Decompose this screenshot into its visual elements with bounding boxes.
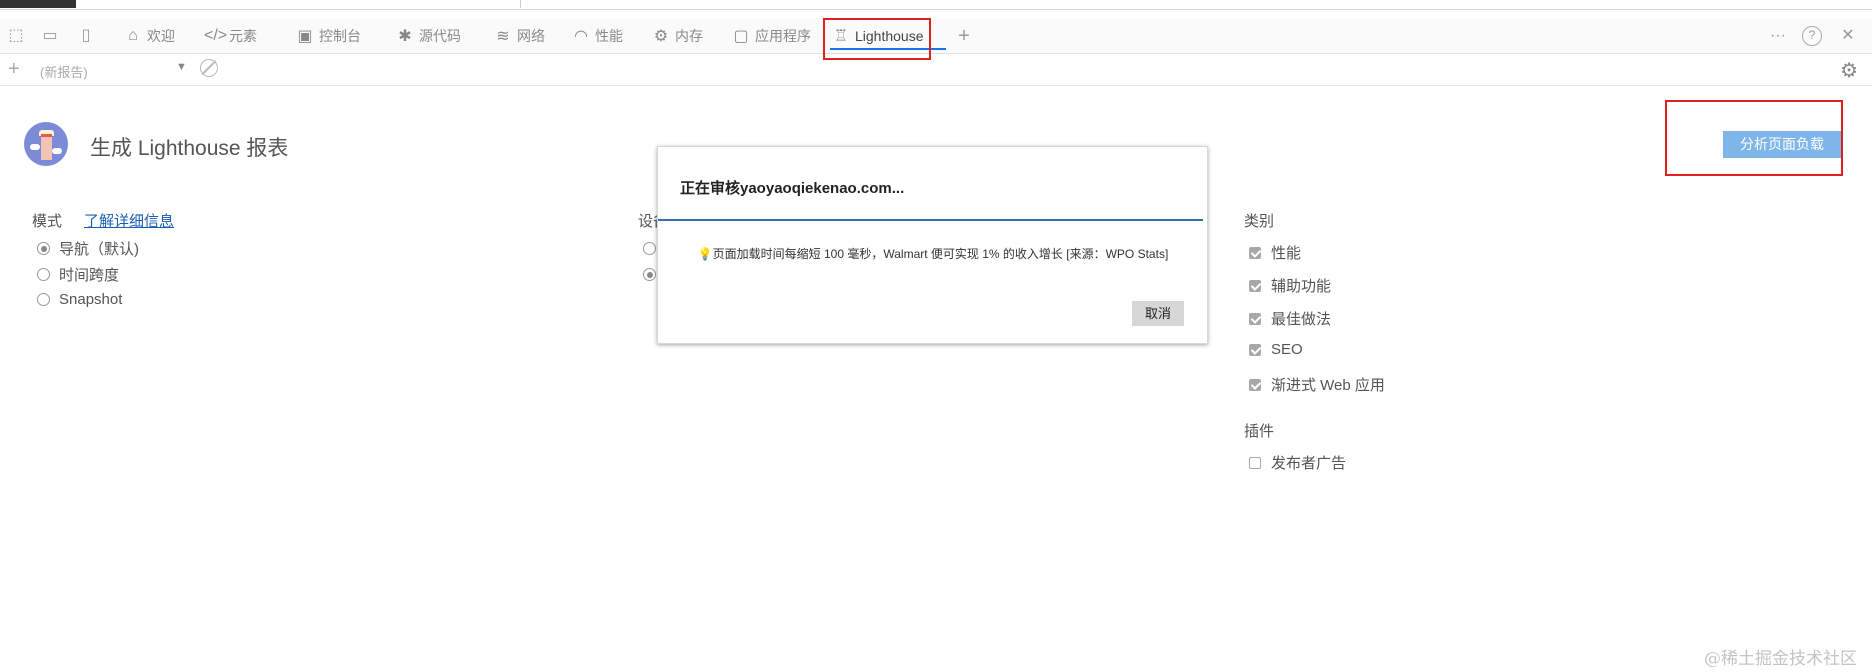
category-label: 渐进式 Web 应用 (1271, 377, 1385, 394)
radio[interactable] (37, 268, 50, 281)
category-label: 性能 (1271, 245, 1302, 262)
checkbox-checked[interactable] (1249, 378, 1261, 391)
tab-welcome[interactable]: ⌂ 欢迎 (122, 18, 175, 54)
tab-label: 性能 (595, 28, 623, 44)
dialog-title: 正在审核yaoyaoqiekenao.com... (680, 180, 905, 197)
category-best-practices[interactable]: 最佳做法 (1249, 308, 1331, 329)
checkbox-checked[interactable] (1249, 343, 1261, 356)
top-divider (520, 0, 521, 8)
add-report-icon[interactable]: + (8, 58, 20, 81)
more-icon[interactable]: ··· (1768, 26, 1788, 46)
checkbox-checked[interactable] (1249, 279, 1261, 292)
radio-selected[interactable] (37, 242, 50, 255)
tab-memory[interactable]: ⚙ 内存 (650, 18, 703, 54)
category-accessibility[interactable]: 辅助功能 (1249, 275, 1331, 296)
category-label: SEO (1271, 341, 1303, 358)
checkbox-checked[interactable] (1249, 246, 1261, 259)
window-icon: ▢ (733, 28, 749, 45)
clear-icon[interactable] (200, 59, 218, 77)
device-icon[interactable]: ▭ (40, 26, 60, 46)
browser-top-strip (0, 0, 1872, 10)
category-performance[interactable]: 性能 (1249, 242, 1301, 263)
code-icon: </> (204, 27, 228, 44)
cancel-button[interactable]: 取消 (1132, 301, 1184, 326)
gauge-icon: ◠ (574, 28, 588, 45)
report-subbar: + (新报告) ▼ ⚙ (0, 54, 1872, 86)
tab-elements[interactable]: </> 元素 (204, 18, 257, 54)
tab-label: 源代码 (419, 28, 461, 44)
plugins-label: 插件 (1244, 423, 1275, 440)
learn-more-link[interactable]: 了解详细信息 (84, 210, 174, 231)
tab-label: 元素 (229, 28, 257, 44)
page-title: 生成 Lighthouse 报表 (90, 137, 289, 160)
tab-performance[interactable]: ◠ 性能 (570, 18, 623, 54)
tab-application[interactable]: ▢ 应用程序 (730, 18, 811, 54)
category-pwa[interactable]: 渐进式 Web 应用 (1249, 374, 1385, 395)
option-label: 时间跨度 (59, 267, 120, 284)
chevron-down-icon[interactable]: ▼ (176, 61, 187, 73)
progress-bar (658, 219, 1203, 221)
mode-option-snapshot[interactable]: Snapshot (37, 291, 122, 308)
wifi-icon: ≋ (496, 28, 510, 45)
devtools-toolbar: ⬚ ▭ ▯ ⌂ 欢迎 </> 元素 ▣ 控制台 ✱ 源代码 ≋ 网络 ◠ 性能 … (0, 18, 1872, 54)
category-label: 辅助功能 (1271, 278, 1332, 295)
console-icon: ▣ (297, 28, 313, 45)
home-icon: ⌂ (128, 27, 138, 44)
help-icon[interactable]: ? (1802, 26, 1822, 46)
lightbulb-icon: 💡 (697, 247, 713, 261)
add-tab-icon[interactable]: + (954, 26, 974, 46)
window-tab-stub (0, 0, 76, 8)
radio[interactable] (37, 293, 50, 306)
tab-label: 内存 (675, 28, 703, 44)
close-icon[interactable]: ✕ (1838, 26, 1858, 46)
highlight-box-analyze-button (1665, 100, 1843, 176)
gear-icon[interactable]: ⚙ (1840, 58, 1858, 83)
checkbox[interactable] (1249, 456, 1261, 469)
dialog-tip: 💡页面加载时间每缩短 100 毫秒，Walmart 便可实现 1% 的收入增长 … (693, 245, 1173, 263)
category-label: 最佳做法 (1271, 311, 1332, 328)
tab-label: 应用程序 (755, 28, 811, 44)
radio-selected[interactable] (643, 268, 656, 281)
watermark: @稀土掘金技术社区 (1704, 649, 1857, 669)
mode-option-timespan[interactable]: 时间跨度 (37, 264, 119, 285)
tab-console[interactable]: ▣ 控制台 (294, 18, 361, 54)
tab-label: 欢迎 (147, 28, 175, 44)
mode-option-navigation[interactable]: 导航（默认) (37, 238, 139, 259)
chip-icon: ⚙ (653, 28, 669, 45)
dock-icon[interactable]: ▯ (76, 26, 96, 46)
option-label: 导航（默认) (59, 241, 139, 258)
mode-label: 模式 (32, 213, 63, 230)
tip-text: 页面加载时间每缩短 100 毫秒，Walmart 便可实现 1% 的收入增长 [… (712, 247, 1169, 261)
option-label: Snapshot (59, 291, 123, 308)
tab-network[interactable]: ≋ 网络 (492, 18, 545, 54)
lighthouse-logo (24, 122, 68, 166)
bug-icon: ✱ (398, 28, 412, 45)
tab-sources[interactable]: ✱ 源代码 (394, 18, 461, 54)
radio[interactable] (643, 242, 656, 255)
categories-label: 类别 (1244, 213, 1275, 230)
inspect-icon[interactable]: ⬚ (6, 26, 26, 46)
audit-progress-dialog: 正在审核yaoyaoqiekenao.com... 💡页面加载时间每缩短 100… (657, 146, 1208, 344)
category-seo[interactable]: SEO (1249, 341, 1303, 358)
report-select[interactable]: (新报告) (40, 62, 190, 81)
tab-label: 网络 (517, 28, 545, 44)
plugin-publisher-ads[interactable]: 发布者广告 (1249, 452, 1346, 473)
plugin-label: 发布者广告 (1271, 455, 1347, 472)
tab-label: 控制台 (319, 28, 361, 44)
checkbox-checked[interactable] (1249, 312, 1261, 325)
